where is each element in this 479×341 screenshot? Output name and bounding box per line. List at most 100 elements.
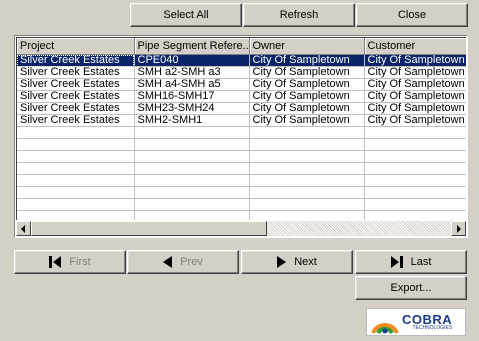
empty-cell xyxy=(249,150,365,163)
empty-cell xyxy=(134,126,250,139)
empty-cell xyxy=(134,210,250,220)
skip-first-icon xyxy=(49,256,62,268)
column-header-pipe-segment[interactable]: Pipe Segment Refere... xyxy=(134,38,250,55)
empty-cell xyxy=(17,126,135,139)
empty-cell xyxy=(249,174,365,187)
export-label: Export... xyxy=(390,282,432,294)
cell-owner: City Of Sampletown xyxy=(249,90,365,103)
empty-cell xyxy=(249,186,365,199)
empty-row xyxy=(17,162,466,175)
empty-cell xyxy=(364,138,466,151)
cell-owner: City Of Sampletown xyxy=(249,114,365,127)
triangle-left-icon xyxy=(163,256,173,268)
close-label: Close xyxy=(397,9,427,21)
empty-cell xyxy=(17,138,135,151)
empty-cell xyxy=(364,210,466,220)
empty-row xyxy=(17,174,466,187)
cell-customer: City Of Sampletown xyxy=(364,114,466,127)
select-all-label: Select All xyxy=(163,9,209,21)
first-button[interactable]: First xyxy=(14,250,126,274)
empty-cell xyxy=(134,198,250,211)
empty-row xyxy=(17,126,466,139)
cell-customer: City Of Sampletown xyxy=(364,102,466,115)
empty-cell xyxy=(17,162,135,175)
cell-customer: City Of Sampletown xyxy=(364,78,466,91)
table-row[interactable]: Silver Creek Estates SMH2-SMH1 City Of Sam… xyxy=(17,114,466,127)
cobra-logo-mark-icon xyxy=(371,323,399,335)
empty-cell xyxy=(134,174,250,187)
empty-cell xyxy=(134,186,250,199)
logo-sub-text: TECHNOLOGIES xyxy=(412,325,453,331)
empty-cell xyxy=(17,198,135,211)
next-label: Next xyxy=(294,256,317,268)
empty-cell xyxy=(17,210,135,220)
empty-row xyxy=(17,138,466,151)
scroll-right-arrow-icon[interactable] xyxy=(451,221,466,236)
empty-cell xyxy=(249,162,365,175)
triangle-right-icon xyxy=(277,256,287,268)
prev-button[interactable]: Prev xyxy=(127,250,239,274)
cell-owner: City Of Sampletown xyxy=(249,78,365,91)
column-header-customer[interactable]: Customer xyxy=(364,38,466,55)
empty-cell xyxy=(134,150,250,163)
cell-pipe-segment: SMH2-SMH1 xyxy=(134,114,250,127)
empty-row xyxy=(17,150,466,163)
cell-pipe-segment: SMH a2-SMH a3 xyxy=(134,66,250,79)
next-button[interactable]: Next xyxy=(241,250,353,274)
empty-cell xyxy=(364,174,466,187)
scroll-thumb[interactable] xyxy=(31,221,267,236)
column-header-owner[interactable]: Owner xyxy=(249,38,365,55)
refresh-button[interactable]: Refresh xyxy=(243,3,355,27)
cell-pipe-segment: SMH23-SMH24 xyxy=(134,102,250,115)
empty-cell xyxy=(364,150,466,163)
horizontal-scrollbar[interactable] xyxy=(16,221,466,236)
last-label: Last xyxy=(410,256,432,268)
empty-cell xyxy=(134,138,250,151)
table-row[interactable]: Silver Creek Estates SMH16-SMH17 City Of S… xyxy=(17,90,466,103)
table-row[interactable]: Silver Creek Estates SMH a4-SMH a5 City Of… xyxy=(17,78,466,91)
grid-viewport: Project Pipe Segment Refere... Owner Cus… xyxy=(16,37,466,220)
close-button[interactable]: Close xyxy=(356,3,468,27)
empty-cell xyxy=(249,198,365,211)
last-button[interactable]: Last xyxy=(355,250,467,274)
empty-cell xyxy=(17,186,135,199)
cell-owner: City Of Sampletown xyxy=(249,54,365,67)
table-row[interactable]: Silver Creek Estates SMH a2-SMH a3 City Of… xyxy=(17,66,466,79)
cell-pipe-segment: SMH a4-SMH a5 xyxy=(134,78,250,91)
cobra-technologies-logo: COBRA TECHNOLOGIES xyxy=(366,308,466,336)
header-row: Project Pipe Segment Refere... Owner Cus… xyxy=(17,38,466,55)
select-all-button[interactable]: Select All xyxy=(130,3,242,27)
empty-cell xyxy=(364,198,466,211)
cell-customer: City Of Sampletown xyxy=(364,66,466,79)
cell-project: Silver Creek Estates xyxy=(17,66,135,79)
cell-customer: City Of Sampletown xyxy=(364,54,466,67)
first-label: First xyxy=(69,256,91,268)
empty-cell xyxy=(364,126,466,139)
results-table: Project Pipe Segment Refere... Owner Cus… xyxy=(17,38,466,220)
table-row[interactable]: Silver Creek Estates CPE040 City Of Sample… xyxy=(17,54,466,67)
column-header-project[interactable]: Project xyxy=(17,38,135,55)
grid-body: Silver Creek Estates CPE040 City Of Sample… xyxy=(17,54,466,220)
cell-project: Silver Creek Estates xyxy=(17,114,135,127)
empty-cell xyxy=(249,210,365,220)
empty-cell xyxy=(364,186,466,199)
empty-cell xyxy=(249,138,365,151)
cell-project: Silver Creek Estates xyxy=(17,54,135,67)
table-row[interactable]: Silver Creek Estates SMH23-SMH24 City Of S… xyxy=(17,102,466,115)
export-button[interactable]: Export... xyxy=(355,276,467,300)
empty-cell xyxy=(134,162,250,175)
scroll-left-arrow-icon[interactable] xyxy=(16,221,31,236)
empty-row xyxy=(17,210,466,220)
refresh-label: Refresh xyxy=(279,9,319,21)
empty-cell xyxy=(249,126,365,139)
cell-pipe-segment: CPE040 xyxy=(134,54,250,67)
scroll-track[interactable] xyxy=(31,221,451,236)
empty-row xyxy=(17,186,466,199)
cell-owner: City Of Sampletown xyxy=(249,102,365,115)
empty-cell xyxy=(17,150,135,163)
cell-pipe-segment: SMH16-SMH17 xyxy=(134,90,250,103)
results-grid[interactable]: Project Pipe Segment Refere... Owner Cus… xyxy=(14,35,468,238)
empty-row xyxy=(17,198,466,211)
empty-cell xyxy=(364,162,466,175)
prev-label: Prev xyxy=(180,256,203,268)
